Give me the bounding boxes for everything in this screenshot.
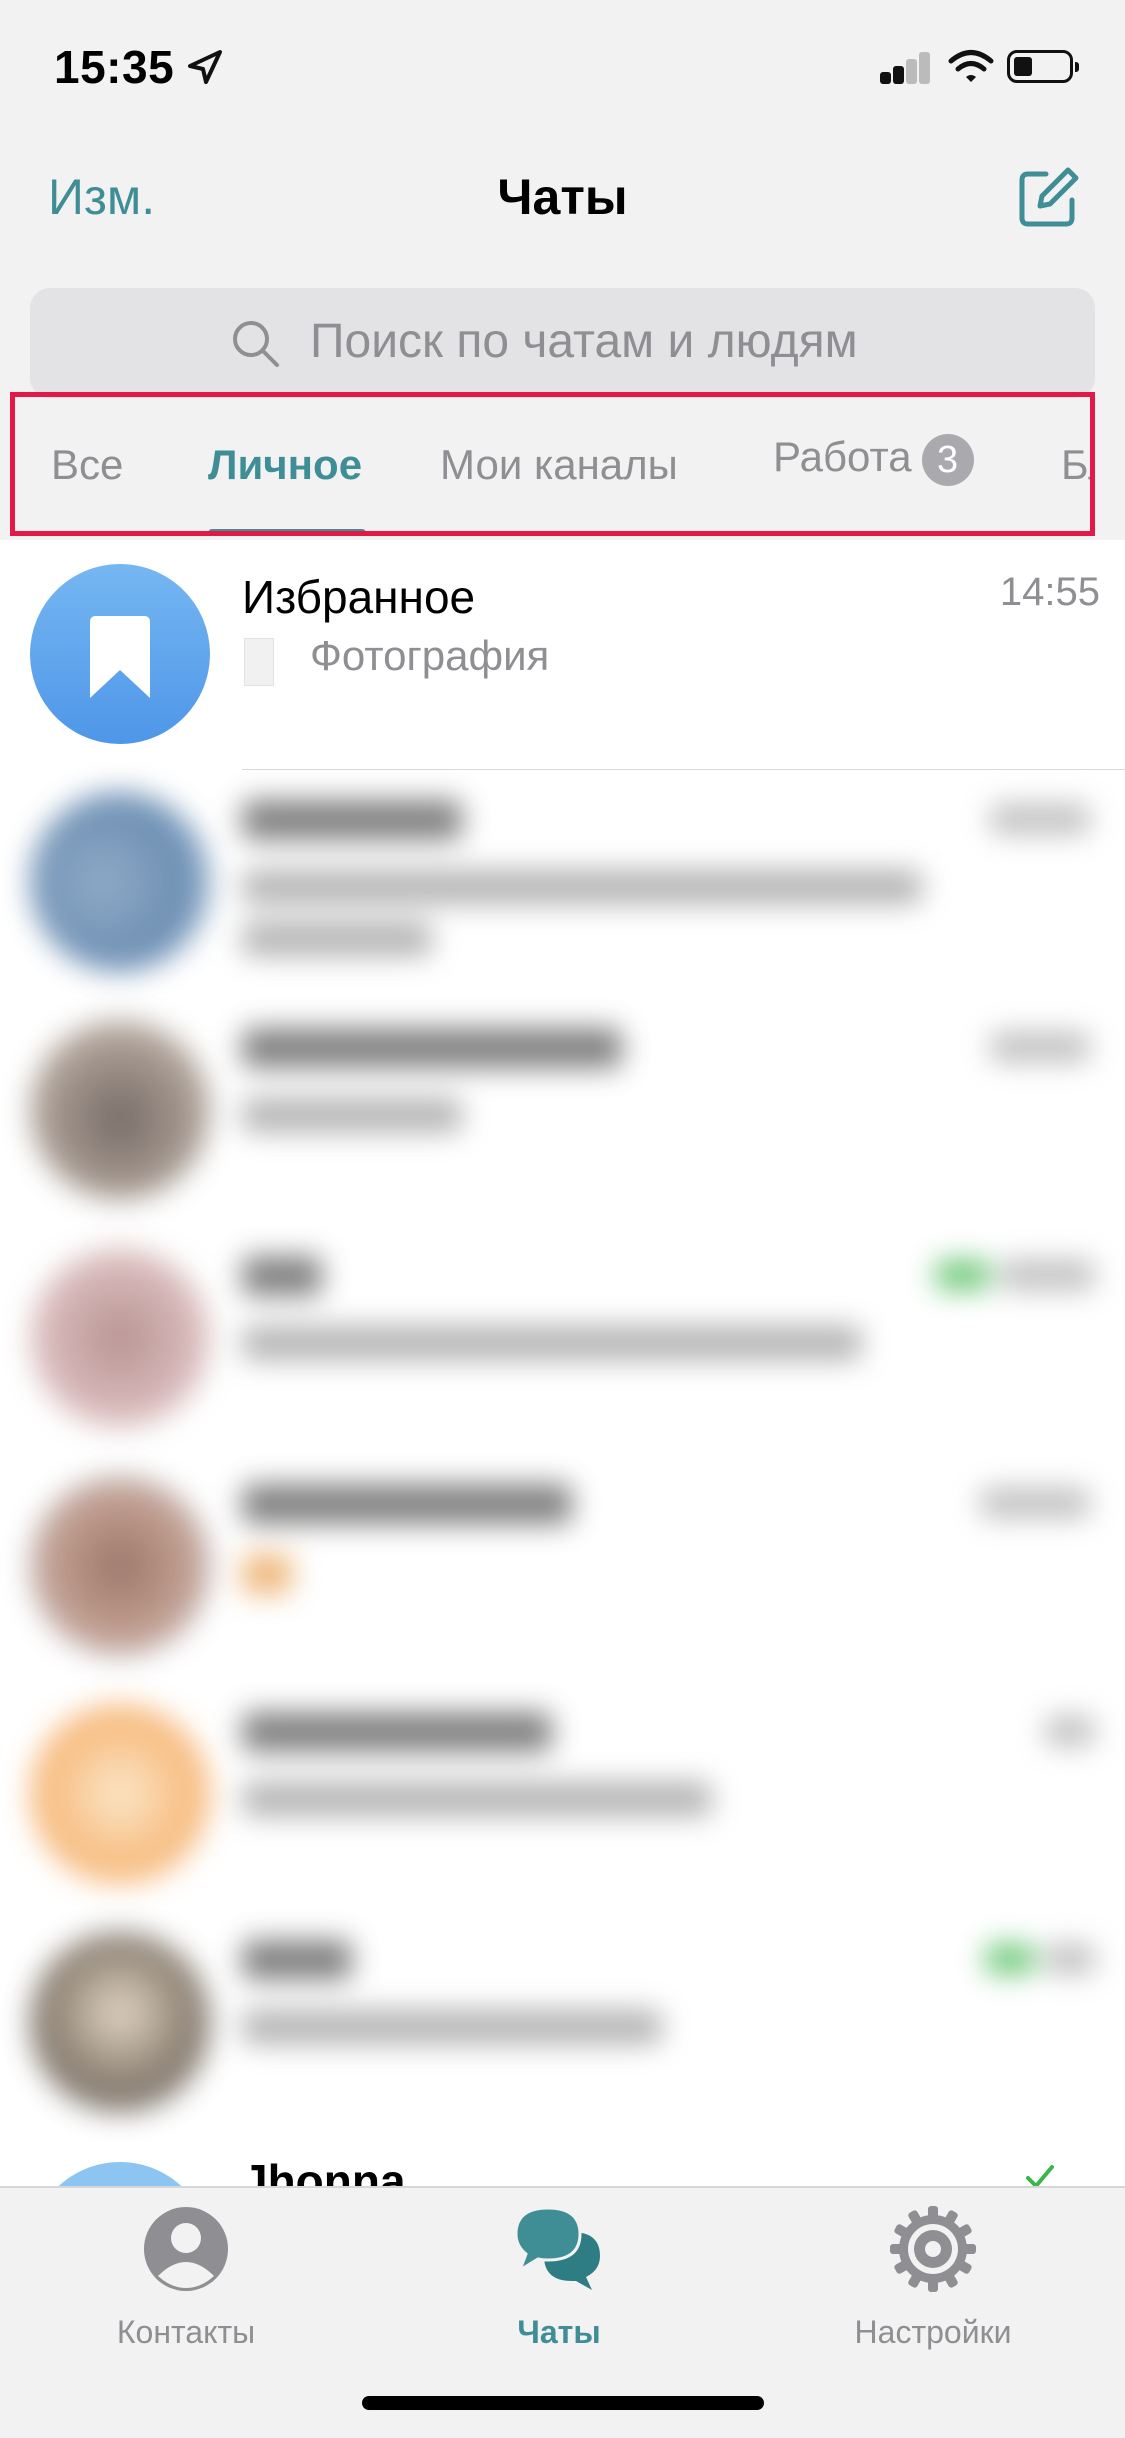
avatar xyxy=(30,564,210,744)
chat-message xyxy=(242,1554,292,1594)
active-tab-indicator xyxy=(208,529,366,531)
chat-name: Избранное xyxy=(242,571,476,623)
tabbar-settings[interactable]: Настройки xyxy=(783,2204,1083,2351)
chat-row-favorites[interactable]: Избранное 14:55 Фотография xyxy=(0,542,1125,770)
tab-all[interactable]: Все xyxy=(51,441,123,489)
status-time: 15:35 xyxy=(54,41,175,93)
tabbar-label: Контакты xyxy=(116,2314,256,2350)
chat-bubbles-icon xyxy=(514,2206,600,2290)
unread-badge: 3 xyxy=(921,433,974,486)
chat-time xyxy=(1000,1260,1095,1290)
chat-row[interactable] xyxy=(0,1682,1125,1910)
chat-message xyxy=(242,1098,462,1132)
chat-name xyxy=(242,1256,322,1296)
chat-time: 14:55 xyxy=(999,570,1100,614)
read-checkmarks xyxy=(935,1260,990,1290)
chat-message: Фотография xyxy=(310,632,550,679)
compose-icon[interactable] xyxy=(1016,166,1080,230)
read-checkmarks xyxy=(985,1944,1035,1974)
chat-message xyxy=(242,1326,862,1360)
chat-message xyxy=(242,870,922,904)
avatar xyxy=(30,792,210,972)
chat-name xyxy=(242,1028,622,1068)
chat-name xyxy=(242,1712,552,1752)
folder-tabs: Все Личное Мои каналы Работа3 Бло xyxy=(10,392,1095,536)
cellular-signal-icon xyxy=(880,52,930,84)
tabbar-chats[interactable]: Чаты xyxy=(409,2204,709,2351)
search-placeholder: Поиск по чатам и людям xyxy=(310,315,858,368)
wifi-icon xyxy=(948,50,994,82)
tabbar-label: Настройки xyxy=(854,2314,1012,2350)
chat-time xyxy=(980,1488,1090,1518)
chat-time xyxy=(1045,1716,1095,1746)
avatar xyxy=(30,1704,210,1884)
chat-message xyxy=(242,2010,662,2044)
tab-my-channels[interactable]: Мои каналы xyxy=(440,441,678,489)
page-title: Чаты xyxy=(497,169,628,225)
gear-icon xyxy=(890,2206,976,2292)
chat-time xyxy=(990,804,1090,834)
tab-work[interactable]: Работа 3 xyxy=(773,433,974,486)
tab-blo[interactable]: Бло xyxy=(1061,441,1090,489)
photo-thumbnail xyxy=(244,638,274,686)
tabbar-contacts[interactable]: Контакты xyxy=(36,2204,336,2351)
avatar xyxy=(30,1932,210,2112)
tabbar-label: Чаты xyxy=(517,2314,601,2350)
battery-icon xyxy=(1007,50,1079,83)
avatar xyxy=(30,1020,210,1200)
chat-time xyxy=(990,1032,1090,1062)
chat-row[interactable] xyxy=(0,998,1125,1226)
chat-name xyxy=(242,1484,572,1524)
chat-row-partial[interactable]: Jhonna xyxy=(0,2150,1125,2190)
chat-name: Jhonna xyxy=(242,2155,406,2190)
chat-row[interactable] xyxy=(0,1910,1125,2138)
location-arrow-icon xyxy=(188,50,222,84)
search-icon xyxy=(233,321,279,367)
chat-time xyxy=(1045,1944,1095,1974)
chat-row[interactable] xyxy=(0,770,1125,998)
tab-personal[interactable]: Личное xyxy=(208,441,362,489)
avatar xyxy=(30,1248,210,1428)
chat-message xyxy=(242,922,432,956)
avatar xyxy=(30,1476,210,1656)
chat-row[interactable] xyxy=(0,1226,1125,1454)
person-icon xyxy=(144,2207,228,2291)
home-indicator xyxy=(362,2396,764,2410)
tab-work-label: Работа xyxy=(773,433,912,480)
chat-name xyxy=(242,800,462,840)
chat-name xyxy=(242,1940,352,1980)
bookmark-icon xyxy=(90,616,150,698)
chat-message xyxy=(242,1782,712,1816)
chat-row[interactable] xyxy=(0,1454,1125,1682)
